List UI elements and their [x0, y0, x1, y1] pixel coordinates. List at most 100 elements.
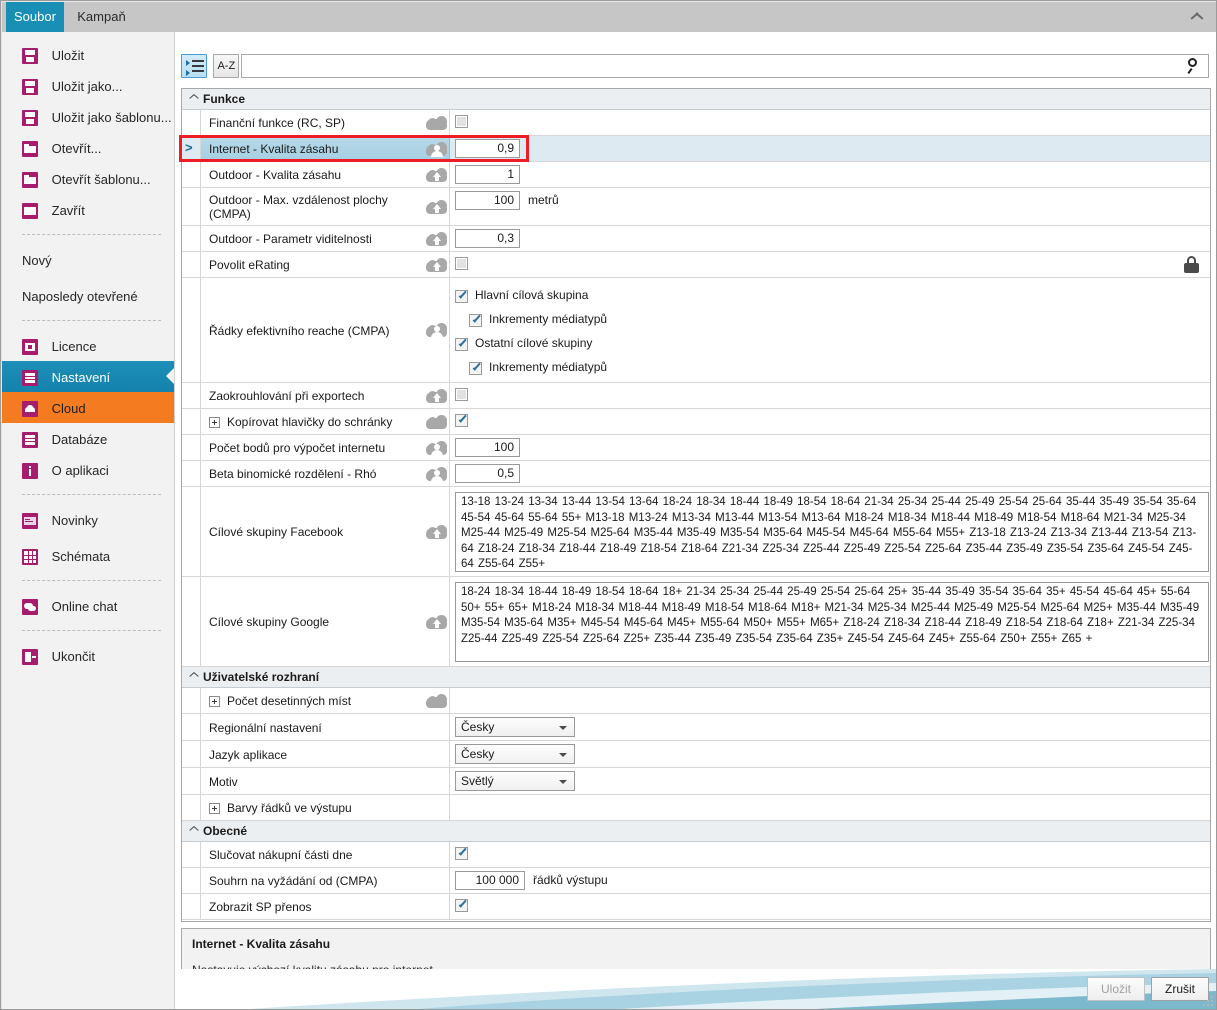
table-row[interactable]: Cílové skupiny Google 18-24 18-34 18-44 …	[182, 577, 1210, 667]
checkbox-slucovat-nakupni-casti-dne[interactable]	[455, 847, 468, 860]
combo-jazyk-aplikace[interactable]: Česky	[455, 744, 575, 764]
table-row[interactable]: Zobrazit SP přenos	[182, 894, 1210, 920]
table-row[interactable]: Regionální nastavení Česky	[182, 714, 1210, 741]
checkbox-zobrazit-sp-prenos[interactable]	[455, 899, 468, 912]
tab-soubor[interactable]: Soubor	[6, 2, 64, 32]
property-value-cell[interactable]	[450, 795, 1210, 820]
sidebar-item-novy[interactable]: Nový	[2, 244, 174, 275]
checkbox-option-row[interactable]: Ostatní cílové skupiny	[455, 331, 592, 355]
sidebar-item-o-aplikaci[interactable]: O aplikaci	[2, 454, 174, 485]
checkbox-option-row[interactable]: Hlavní cílová skupina	[455, 283, 588, 307]
category-header-obecne[interactable]: Obecné	[182, 821, 1210, 842]
input-outdoor-kvalita-zasahu[interactable]: 1	[455, 165, 520, 184]
property-value-cell[interactable]	[450, 252, 1210, 277]
checkbox-hlavni-cilova-skupina[interactable]	[455, 289, 468, 303]
ribbon-collapse-button[interactable]	[1185, 2, 1209, 32]
property-grid[interactable]: Funkce Finanční funkce (RC, SP) > Intern…	[181, 88, 1211, 922]
property-value-cell[interactable]: Světlý	[450, 768, 1210, 794]
property-value-cell[interactable]	[450, 688, 1210, 713]
expand-icon[interactable]	[209, 802, 220, 814]
property-value-cell[interactable]: 0,9	[450, 136, 1210, 161]
property-value-cell[interactable]	[450, 894, 1210, 919]
table-row[interactable]: Jazyk aplikace Česky	[182, 741, 1210, 768]
table-row[interactable]: Řádky efektivního reache (CMPA) Hlavní c…	[182, 278, 1210, 383]
property-value-cell[interactable]: 0,5	[450, 461, 1210, 486]
property-value-cell[interactable]: Česky	[450, 714, 1210, 740]
property-value-cell[interactable]: Hlavní cílová skupina Inkrementy médiaty…	[450, 278, 1210, 382]
sidebar-item-ulozit[interactable]: Uložit	[2, 39, 174, 70]
sidebar-item-ukoncit[interactable]: Ukončit	[2, 640, 174, 671]
sidebar-item-licence[interactable]: Licence	[2, 330, 174, 361]
table-row[interactable]: Outdoor - Max. vzdálenost plochy (CMPA) …	[182, 188, 1210, 226]
table-row[interactable]: Počet desetinných míst	[182, 688, 1210, 714]
sidebar-item-cloud[interactable]: Cloud	[2, 392, 174, 423]
input-outdoor-parametr-viditelnosti[interactable]: 0,3	[455, 229, 520, 248]
sidebar-item-ulozit-jako[interactable]: Uložit jako...	[2, 70, 174, 101]
resize-grip[interactable]	[1203, 996, 1215, 1008]
checkbox-kopirovat-hlavicky[interactable]	[455, 414, 468, 427]
table-row[interactable]: Povolit eRating	[182, 252, 1210, 278]
input-pocet-bodu-internet[interactable]: 100	[455, 438, 520, 457]
checkbox-option-row[interactable]: Inkrementy médiatypů	[455, 355, 607, 379]
table-row[interactable]: Cílové skupiny Facebook 13-18 13-24 13-3…	[182, 487, 1210, 577]
checkbox-povolit-erating[interactable]	[455, 257, 468, 270]
listbox-cilove-skupiny-google[interactable]: 18-24 18-34 18-44 18-49 18-54 18-64 18+ …	[455, 582, 1209, 662]
table-row[interactable]: Finanční funkce (RC, SP)	[182, 110, 1210, 136]
expand-icon[interactable]	[209, 695, 220, 707]
listbox-cilove-skupiny-facebook[interactable]: 13-18 13-24 13-34 13-44 13-54 13-64 18-2…	[455, 492, 1209, 572]
sidebar-item-otevrit[interactable]: Otevřít...	[2, 132, 174, 163]
search-input[interactable]	[242, 55, 1172, 77]
input-beta-binomicke-rho[interactable]: 0,5	[455, 464, 520, 483]
checkbox-inkrementy-mediatypu-2[interactable]	[469, 361, 482, 375]
table-row[interactable]: Outdoor - Parametr viditelnosti 0,3	[182, 226, 1210, 252]
table-row[interactable]: Barvy řádků ve výstupu	[182, 795, 1210, 821]
category-header-funkce[interactable]: Funkce	[182, 89, 1210, 110]
sidebar-item-naposledy-otevrene[interactable]: Naposledy otevřené	[2, 280, 174, 311]
property-value-cell[interactable]: 18-24 18-34 18-44 18-49 18-54 18-64 18+ …	[450, 577, 1210, 666]
checkbox-ostatni-cilove-skupiny[interactable]	[455, 337, 468, 351]
table-row[interactable]: Kopírovat hlavičky do schránky	[182, 409, 1210, 435]
property-value-cell[interactable]	[450, 842, 1210, 867]
sidebar-item-novinky[interactable]: Novinky	[2, 504, 174, 535]
sidebar-item-ulozit-jako-sablonu[interactable]: Uložit jako šablonu...	[2, 101, 174, 132]
input-outdoor-max-vzdalenost[interactable]: 100	[455, 191, 520, 210]
sidebar-item-databaze[interactable]: Databáze	[2, 423, 174, 454]
table-row[interactable]: Beta binomické rozdělení - Rhó 0,5	[182, 461, 1210, 487]
sidebar-item-nastaveni[interactable]: Nastavení	[2, 361, 174, 392]
property-value-cell[interactable]: 0,3	[450, 226, 1210, 251]
save-button[interactable]: Uložit	[1087, 977, 1145, 1001]
checkbox-option-row[interactable]: Inkrementy médiatypů	[455, 307, 607, 331]
sidebar-item-online-chat[interactable]: Online chat	[2, 590, 174, 621]
checkbox-financni-funkce[interactable]	[455, 115, 468, 128]
table-row[interactable]: Motiv Světlý	[182, 768, 1210, 795]
checkbox-inkrementy-mediatypu-1[interactable]	[469, 313, 482, 327]
input-internet-kvalita-zasahu[interactable]: 0,9	[455, 139, 520, 158]
table-row[interactable]: Souhrn na vyžádání od (CMPA) 100 000 řád…	[182, 868, 1210, 894]
combo-regionalni-nastaveni[interactable]: Česky	[455, 717, 575, 737]
search-icon[interactable]	[1187, 58, 1203, 75]
table-row[interactable]: Zaokrouhlování při exportech	[182, 383, 1210, 409]
cancel-button[interactable]: Zrušit	[1151, 977, 1209, 1001]
category-header-uzivatelske-rozhrani[interactable]: Uživatelské rozhraní	[182, 667, 1210, 688]
table-row[interactable]: Slučovat nákupní části dne	[182, 842, 1210, 868]
categorized-view-button[interactable]	[181, 54, 207, 78]
property-value-cell[interactable]	[450, 110, 1210, 135]
checkbox-zaokrouhlovani-pri-exportech[interactable]	[455, 388, 468, 401]
sidebar-item-otevrit-sablonu[interactable]: Otevřít šablonu...	[2, 163, 174, 194]
tab-kampan[interactable]: Kampaň	[67, 2, 135, 32]
property-value-cell[interactable]	[450, 409, 1210, 434]
property-value-cell[interactable]: Česky	[450, 741, 1210, 767]
property-value-cell[interactable]: 100 metrů	[450, 188, 1210, 225]
table-row[interactable]: Outdoor - Kvalita zásahu 1	[182, 162, 1210, 188]
input-souhrn-na-vyzadani[interactable]: 100 000	[455, 871, 525, 890]
sidebar-item-schemata[interactable]: Schémata	[2, 540, 174, 571]
search-box[interactable]	[241, 54, 1209, 78]
property-value-cell[interactable]: 13-18 13-24 13-34 13-44 13-54 13-64 18-2…	[450, 487, 1210, 576]
table-row[interactable]: Počet bodů pro výpočet internetu 100	[182, 435, 1210, 461]
property-value-cell[interactable]: 1	[450, 162, 1210, 187]
property-value-cell[interactable]	[450, 383, 1210, 408]
property-value-cell[interactable]: 100	[450, 435, 1210, 460]
expand-icon[interactable]	[209, 416, 220, 428]
table-row[interactable]: > Internet - Kvalita zásahu 0,9	[182, 136, 1210, 162]
alphabetical-sort-button[interactable]: A-Z	[213, 54, 240, 78]
